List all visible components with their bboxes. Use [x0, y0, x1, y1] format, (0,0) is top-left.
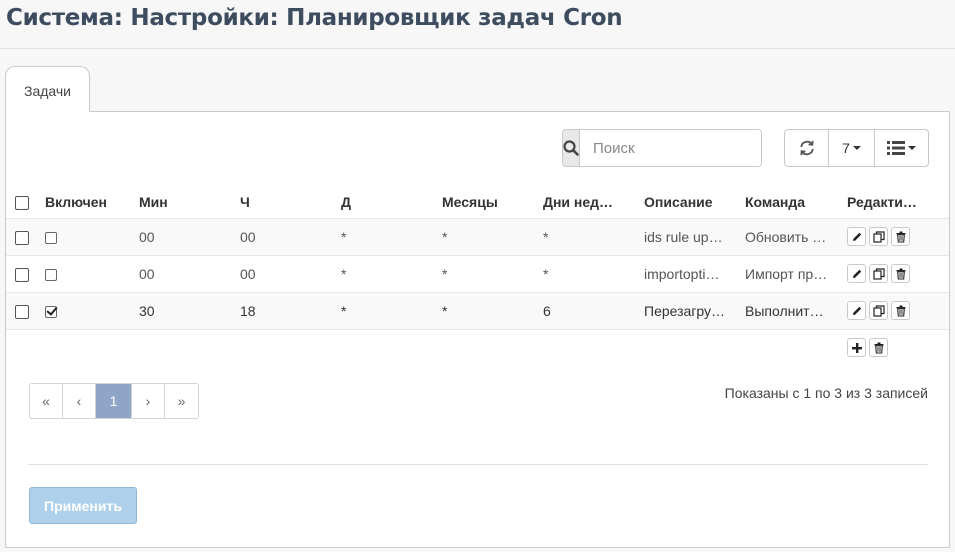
- page-current-button[interactable]: 1: [96, 384, 132, 418]
- search-input[interactable]: [580, 130, 761, 166]
- pencil-icon: [852, 269, 861, 278]
- page-size-dropdown[interactable]: 7: [829, 130, 875, 166]
- row-actions: [841, 292, 949, 330]
- copy-icon: [872, 304, 885, 317]
- delete-button[interactable]: [891, 227, 910, 246]
- copy-button[interactable]: [869, 227, 888, 246]
- cell-hour: 00: [234, 255, 335, 293]
- edit-button[interactable]: [847, 301, 866, 320]
- cell-command: Обновить …: [739, 218, 841, 256]
- footer-divider: [28, 464, 928, 465]
- add-row: [6, 329, 949, 366]
- column-header-day[interactable]: Д: [335, 186, 436, 219]
- grid-toolbar: 7: [784, 129, 929, 167]
- column-header-minute[interactable]: Мин: [133, 186, 234, 219]
- enabled-checkbox[interactable]: [45, 268, 57, 281]
- page-title: Система: Настройки: Планировщик задач Cr…: [6, 5, 623, 31]
- cell-day: *: [335, 255, 436, 293]
- cell-description: importopti…: [638, 255, 739, 293]
- search-button[interactable]: [563, 130, 580, 166]
- delete-button[interactable]: [891, 301, 910, 320]
- tasks-table: Включен Мин Ч Д Месяцы Дни нед… Описание…: [6, 186, 949, 366]
- trash-icon: [896, 268, 905, 280]
- cell-command: Выполнит…: [739, 292, 841, 330]
- cell-command: Импорт пр…: [739, 255, 841, 293]
- row-actions: [841, 255, 949, 293]
- search-group: [562, 129, 762, 167]
- cell-month: *: [436, 255, 537, 293]
- cell-minute: 00: [133, 218, 234, 256]
- search-icon: [563, 140, 579, 156]
- cell-minute: 00: [133, 255, 234, 293]
- trash-icon: [874, 342, 883, 354]
- cell-weekday: *: [537, 255, 638, 293]
- cell-weekday: *: [537, 218, 638, 256]
- apply-button[interactable]: Применить: [29, 487, 137, 524]
- enabled-checkbox[interactable]: [45, 305, 57, 318]
- refresh-button[interactable]: [785, 130, 829, 166]
- copy-button[interactable]: [869, 301, 888, 320]
- table-row[interactable]: 30 18 * * 6 Перезагру… Выполнит…: [6, 292, 949, 330]
- cell-hour: 00: [234, 218, 335, 256]
- column-header-hour[interactable]: Ч: [234, 186, 335, 219]
- cell-hour: 18: [234, 292, 335, 330]
- cell-description: ids rule up…: [638, 218, 739, 256]
- row-select-checkbox[interactable]: [15, 304, 29, 319]
- select-all-checkbox[interactable]: [15, 195, 29, 210]
- column-header-command[interactable]: Команда: [739, 186, 841, 219]
- list-columns-icon: [887, 141, 905, 155]
- trash-icon: [896, 231, 905, 243]
- title-divider: [0, 48, 955, 49]
- table-header-row: Включен Мин Ч Д Месяцы Дни нед… Описание…: [6, 186, 949, 219]
- cell-description: Перезагру…: [638, 292, 739, 330]
- row-select-checkbox[interactable]: [15, 230, 29, 245]
- row-actions: [841, 218, 949, 256]
- page-next-button[interactable]: ›: [132, 384, 165, 418]
- columns-dropdown[interactable]: [875, 130, 928, 166]
- copy-icon: [872, 230, 885, 243]
- cell-day: *: [335, 292, 436, 330]
- table-row[interactable]: 00 00 * * * importopti… Импорт пр…: [6, 255, 949, 293]
- copy-icon: [872, 267, 885, 280]
- column-header-weekdays[interactable]: Дни нед…: [537, 186, 638, 219]
- pencil-icon: [852, 306, 861, 315]
- page-first-button[interactable]: «: [30, 384, 63, 418]
- edit-button[interactable]: [847, 264, 866, 283]
- trash-icon: [896, 305, 905, 317]
- column-header-months[interactable]: Месяцы: [436, 186, 537, 219]
- tab-tasks[interactable]: Задачи: [5, 66, 90, 112]
- cell-minute: 30: [133, 292, 234, 330]
- page-last-button[interactable]: »: [165, 384, 198, 418]
- column-header-edit: Редакти…: [841, 186, 949, 219]
- chevron-down-icon: [908, 146, 916, 150]
- table-row[interactable]: 00 00 * * * ids rule up… Обновить …: [6, 218, 949, 256]
- pencil-icon: [852, 232, 861, 241]
- page-prev-button[interactable]: ‹: [63, 384, 96, 418]
- delete-button[interactable]: [891, 264, 910, 283]
- enabled-checkbox[interactable]: [45, 231, 57, 244]
- plus-icon: [851, 342, 862, 353]
- row-select-checkbox[interactable]: [15, 267, 29, 282]
- column-header-description[interactable]: Описание: [638, 186, 739, 219]
- column-header-enabled[interactable]: Включен: [39, 186, 133, 219]
- delete-selected-button[interactable]: [869, 338, 888, 358]
- cell-day: *: [335, 218, 436, 256]
- refresh-icon: [799, 140, 814, 156]
- pagination: « ‹ 1 › »: [29, 383, 199, 419]
- page-size-value: 7: [842, 140, 850, 156]
- tasks-panel: 7 Включен Мин Ч Д Месяцы Дни нед…: [5, 111, 950, 548]
- cell-month: *: [436, 292, 537, 330]
- cell-weekday: 6: [537, 292, 638, 330]
- cell-month: *: [436, 218, 537, 256]
- edit-button[interactable]: [847, 227, 866, 246]
- copy-button[interactable]: [869, 264, 888, 283]
- records-summary: Показаны с 1 по 3 из 3 записей: [724, 385, 928, 401]
- chevron-down-icon: [852, 146, 861, 150]
- add-task-button[interactable]: [847, 338, 866, 358]
